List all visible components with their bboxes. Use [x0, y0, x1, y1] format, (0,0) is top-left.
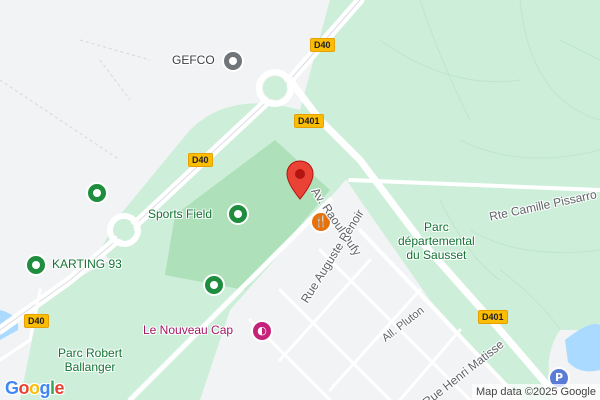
parc-sausset-line2: départemental — [398, 234, 475, 248]
parc-ballanger-line2: Ballanger — [64, 360, 116, 374]
parc-ballanger-line1: Parc Robert — [58, 346, 123, 360]
roundabout-top-center — [263, 76, 287, 100]
parc-ballanger-label[interactable]: Parc Robert Ballanger — [58, 346, 122, 374]
water-right — [565, 324, 600, 372]
road-shield-d40-bottom: D40 — [24, 314, 49, 328]
roundabout-left-center — [114, 220, 134, 240]
park-poi-icon[interactable] — [86, 182, 108, 204]
gefco-label[interactable]: GEFCO — [172, 53, 215, 67]
road-shield-d401-right: D401 — [478, 310, 508, 324]
parc-sausset-label[interactable]: Parc départemental du Sausset — [398, 220, 475, 262]
parc-sausset-line1: Parc — [424, 220, 449, 234]
logo-letter-6: e — [54, 378, 65, 398]
logo-letter-4: g — [39, 378, 51, 398]
sports-field-label[interactable]: Sports Field — [148, 207, 212, 221]
field-poi-icon[interactable] — [203, 274, 225, 296]
red-location-marker-icon[interactable] — [286, 160, 314, 200]
map-attribution[interactable]: Map data ©2025 Google — [471, 384, 600, 400]
road-shield-d40-left: D40 — [188, 153, 213, 167]
karting-poi-icon[interactable] — [25, 254, 47, 276]
gefco-poi-icon[interactable] — [222, 50, 244, 72]
dashed-paths — [0, 39, 151, 161]
map-canvas[interactable]: D40 D401 D40 D40 D401 GEFCO Sports Field… — [0, 0, 600, 400]
logo-letter-2: o — [18, 378, 30, 398]
logo-letter-3: o — [29, 378, 40, 398]
google-logo[interactable]: Google — [5, 378, 65, 399]
theater-masks-icon[interactable]: ◐ — [251, 320, 273, 342]
sports-field-poi-icon[interactable] — [227, 203, 249, 225]
road-shield-d401-mid: D401 — [294, 114, 324, 128]
parc-sausset-line3: du Sausset — [406, 248, 467, 262]
nouveau-cap-label[interactable]: Le Nouveau Cap — [143, 323, 233, 337]
road-shield-d40-top: D40 — [310, 38, 335, 52]
karting-label[interactable]: KARTING 93 — [52, 257, 122, 271]
logo-letter-1: G — [5, 378, 19, 398]
